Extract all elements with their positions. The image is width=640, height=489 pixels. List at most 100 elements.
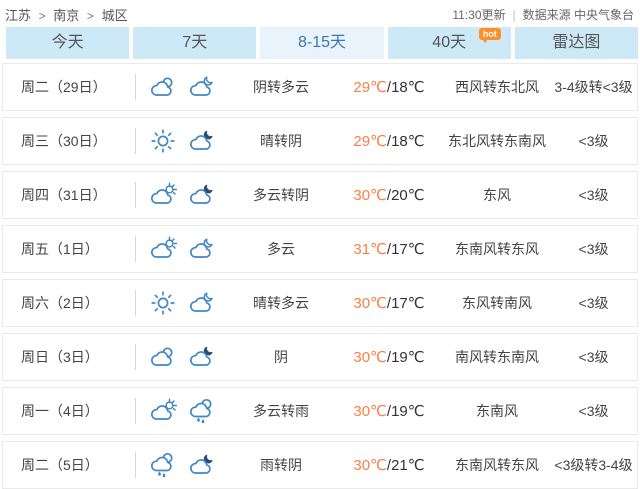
wind-level: <3级 xyxy=(550,347,637,367)
wind-direction: 东南风转东风 xyxy=(444,455,550,475)
forecast-row: 周日（3日） 阴 30℃/19℃ 南风转东南风 <3级 xyxy=(2,333,638,381)
weather-text: 晴转阴 xyxy=(228,131,334,151)
weather-text: 雨转阴 xyxy=(228,455,334,475)
temperature: 30℃/21℃ xyxy=(334,456,444,474)
forecast-row: 周四（31日） 多云转阴 30℃/20℃ 东风 <3级 xyxy=(2,171,638,219)
update-time: 11:30更新 xyxy=(452,6,505,23)
sun-icon xyxy=(148,128,178,154)
day-label: 周四（31日） xyxy=(3,185,135,205)
tab-40day[interactable]: 40天hot xyxy=(388,27,511,59)
forecast-row: 周五（1日） 多云 31℃/17℃ 东南风转东风 <3级 xyxy=(2,225,638,273)
weather-text: 晴转多云 xyxy=(228,293,334,313)
weather-text: 阴转多云 xyxy=(228,77,334,97)
wind-level: <3级 xyxy=(550,185,637,205)
cloud-rain-icon xyxy=(187,398,217,424)
wind-direction: 东北风转东南风 xyxy=(444,131,550,151)
temperature: 30℃/19℃ xyxy=(334,402,444,420)
temp-low: 21℃ xyxy=(391,457,425,474)
wind-direction: 东南风转东风 xyxy=(444,239,550,259)
tab-radar[interactable]: 雷达图 xyxy=(515,27,638,59)
wind-direction: 东南风 xyxy=(444,401,550,421)
data-source-link[interactable]: 数据来源 中央气象台 xyxy=(523,6,634,23)
wind-direction: 东风 xyxy=(444,185,550,205)
temp-low: 19℃ xyxy=(391,349,425,366)
hot-badge: hot xyxy=(479,28,501,40)
breadcrumb: 江苏 > 南京 > 城区 xyxy=(5,5,128,24)
temp-low: 19℃ xyxy=(391,403,425,420)
day-label: 周二（5日） xyxy=(3,455,135,475)
top-bar: 江苏 > 南京 > 城区 11:30更新 | 数据来源 中央气象台 xyxy=(0,0,640,27)
wind-level: <3级 xyxy=(550,131,637,151)
forecast-table: 周二（29日） 阴转多云 29℃/18℃ 西风转东北风 3-4级转<3级 周三（… xyxy=(0,63,640,489)
forecast-row: 周一（4日） 多云转雨 30℃/19℃ 东南风 <3级 xyxy=(2,387,638,435)
sun-icon xyxy=(148,290,178,316)
wind-level: <3级 xyxy=(550,293,637,313)
weather-text: 多云转雨 xyxy=(228,401,334,421)
wind-direction: 南风转东南风 xyxy=(444,347,550,367)
forecast-row: 周二（29日） 阴转多云 29℃/18℃ 西风转东北风 3-4级转<3级 xyxy=(2,63,638,111)
weather-text: 阴 xyxy=(228,347,334,367)
temp-low: 17℃ xyxy=(391,295,425,312)
temp-high: 29℃ xyxy=(353,79,387,96)
temperature: 30℃/20℃ xyxy=(334,186,444,204)
forecast-row: 周三（30日） 晴转阴 29℃/18℃ 东北风转东南风 <3级 xyxy=(2,117,638,165)
weather-icons xyxy=(136,398,228,424)
day-label: 周一（4日） xyxy=(3,401,135,421)
weather-icons xyxy=(136,344,228,370)
cloud-moon-dark-icon xyxy=(187,344,217,370)
weather-text: 多云转阴 xyxy=(228,185,334,205)
update-meta: 11:30更新 | 数据来源 中央气象台 xyxy=(452,6,634,23)
forecast-row: 周六（2日） 晴转多云 30℃/17℃ 东风转南风 <3级 xyxy=(2,279,638,327)
breadcrumb-district[interactable]: 城区 xyxy=(102,8,128,23)
wind-level: <3级 xyxy=(550,401,637,421)
weather-text: 多云 xyxy=(228,239,334,259)
temp-high: 30℃ xyxy=(353,403,387,420)
tab-today[interactable]: 今天 xyxy=(6,27,129,59)
weather-icons xyxy=(136,74,228,100)
meta-divider: | xyxy=(513,8,516,22)
wind-level: 3-4级转<3级 xyxy=(550,77,637,97)
cloud-rain-icon xyxy=(148,452,178,478)
cloud-moon-dark-icon xyxy=(187,182,217,208)
cloud-moon-dark-icon xyxy=(187,452,217,478)
day-label: 周二（29日） xyxy=(3,77,135,97)
breadcrumb-province[interactable]: 江苏 xyxy=(5,8,31,23)
tab-8-15day[interactable]: 8-15天 xyxy=(260,27,383,59)
cloud-sun-icon xyxy=(148,182,178,208)
weather-icons xyxy=(136,236,228,262)
temp-low: 17℃ xyxy=(391,241,425,258)
temp-high: 30℃ xyxy=(353,349,387,366)
tab-7day[interactable]: 7天 xyxy=(133,27,256,59)
weather-icons xyxy=(136,452,228,478)
temp-high: 29℃ xyxy=(353,133,387,150)
day-label: 周五（1日） xyxy=(3,239,135,259)
temp-high: 30℃ xyxy=(353,457,387,474)
cloud-moon-icon xyxy=(187,236,217,262)
temperature: 29℃/18℃ xyxy=(334,78,444,96)
breadcrumb-separator: > xyxy=(87,9,94,23)
cloud-moon-icon xyxy=(187,74,217,100)
temperature: 30℃/19℃ xyxy=(334,348,444,366)
wind-direction: 西风转东北风 xyxy=(444,77,550,97)
temp-low: 18℃ xyxy=(391,133,425,150)
wind-level: <3级转3-4级 xyxy=(550,455,637,475)
cloud-icon xyxy=(148,74,178,100)
temp-low: 18℃ xyxy=(391,79,425,96)
forecast-row: 周二（5日） 雨转阴 30℃/21℃ 东南风转东风 <3级转3-4级 xyxy=(2,441,638,489)
temperature: 31℃/17℃ xyxy=(334,240,444,258)
temp-high: 30℃ xyxy=(353,295,387,312)
breadcrumb-separator: > xyxy=(39,9,46,23)
weather-icons xyxy=(136,290,228,316)
cloud-icon xyxy=(148,344,178,370)
day-label: 周日（3日） xyxy=(3,347,135,367)
temperature: 29℃/18℃ xyxy=(334,132,444,150)
forecast-tab-bar: 今天 7天 8-15天 40天hot 雷达图 xyxy=(6,27,638,59)
breadcrumb-city[interactable]: 南京 xyxy=(53,8,79,23)
temp-high: 31℃ xyxy=(353,241,387,258)
day-label: 周六（2日） xyxy=(3,293,135,313)
day-label: 周三（30日） xyxy=(3,131,135,151)
temperature: 30℃/17℃ xyxy=(334,294,444,312)
cloud-sun-icon xyxy=(148,236,178,262)
temp-low: 20℃ xyxy=(391,187,425,204)
temp-high: 30℃ xyxy=(353,187,387,204)
